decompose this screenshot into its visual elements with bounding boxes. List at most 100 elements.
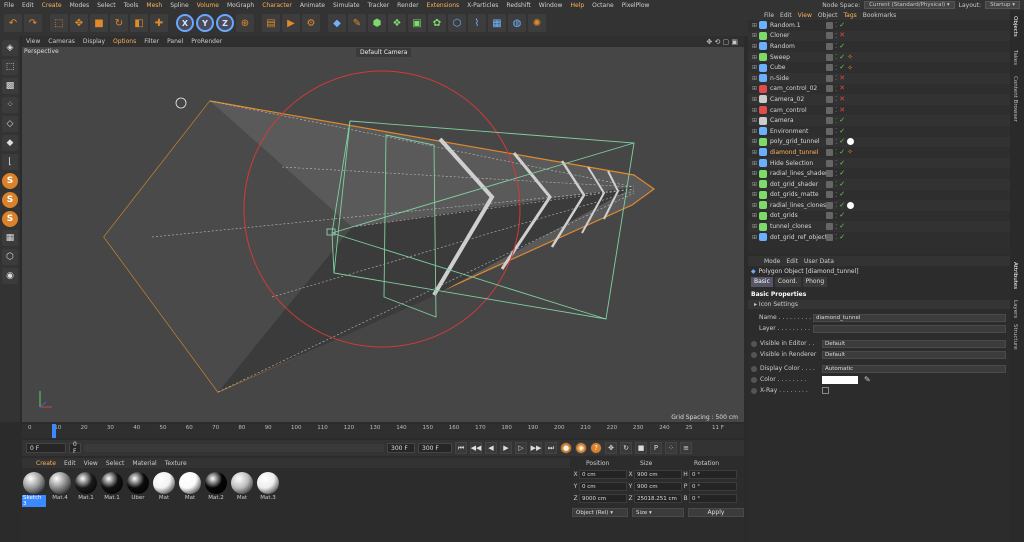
- material-menu-view[interactable]: View: [84, 460, 98, 467]
- side-tab-objects[interactable]: Objects: [1012, 16, 1018, 37]
- color-swatch[interactable]: [822, 375, 858, 384]
- coordinate-mode-dropdown[interactable]: Object (Rel) ▾: [572, 508, 628, 517]
- layer-checkbox[interactable]: [826, 64, 833, 72]
- disabled-x-icon[interactable]: ✕: [839, 74, 845, 82]
- visibility-dots-icon[interactable]: ⁚: [835, 106, 837, 114]
- menu-character[interactable]: Character: [258, 2, 296, 9]
- expand-icon[interactable]: ⊞: [752, 149, 759, 156]
- visibility-dots-icon[interactable]: ⁚: [835, 180, 837, 188]
- render-view-icon[interactable]: ▤: [262, 14, 280, 32]
- preview-range-slider[interactable]: [84, 444, 384, 452]
- side-tab-structure[interactable]: Structure: [1012, 324, 1018, 350]
- pen-icon[interactable]: ✎: [348, 14, 366, 32]
- disabled-x-icon[interactable]: ✕: [839, 95, 845, 103]
- enabled-check-icon[interactable]: ✓: [839, 233, 845, 241]
- go-to-end-icon[interactable]: ⏭: [545, 442, 557, 454]
- tag-icon[interactable]: ✧: [847, 64, 853, 72]
- material-tag-icon[interactable]: [847, 201, 855, 209]
- snap-settings-icon[interactable]: S: [2, 192, 18, 208]
- menu-window[interactable]: Window: [535, 2, 567, 9]
- layer-checkbox[interactable]: [826, 53, 833, 61]
- expand-icon[interactable]: ⊞: [752, 234, 759, 241]
- move-icon[interactable]: ✥: [70, 14, 88, 32]
- menu-tracker[interactable]: Tracker: [364, 2, 394, 9]
- expand-icon[interactable]: ⊞: [752, 212, 759, 219]
- size-field[interactable]: 900 cm: [634, 470, 682, 479]
- animation-dot-icon[interactable]: [751, 365, 757, 372]
- layer-checkbox[interactable]: [826, 74, 833, 82]
- object-row[interactable]: ⊞ Sweep ⁚ ✓ ✧: [748, 51, 1010, 63]
- timeline-icon[interactable]: ≡: [680, 442, 692, 454]
- layout-dropdown[interactable]: Startup ▾: [985, 1, 1020, 9]
- visible-in-editor-dropdown[interactable]: Default: [822, 339, 1006, 348]
- enabled-check-icon[interactable]: ✓: [839, 159, 845, 167]
- material-menu-create[interactable]: Create: [36, 460, 56, 467]
- end-frame-field[interactable]: 300 F: [418, 443, 452, 453]
- layer-checkbox[interactable]: [826, 191, 833, 199]
- name-field[interactable]: diamond_tunnel: [813, 313, 1006, 322]
- cube-icon[interactable]: ◆: [328, 14, 346, 32]
- object-row[interactable]: ⊞ Camera ⁚ ✓: [748, 115, 1010, 126]
- viewport-menu-display[interactable]: Display: [83, 38, 105, 45]
- layer-checkbox[interactable]: [826, 106, 833, 114]
- layer-checkbox[interactable]: [826, 201, 833, 209]
- visibility-dots-icon[interactable]: ⁚: [835, 170, 837, 178]
- visibility-dots-icon[interactable]: ⁚: [835, 127, 837, 135]
- expand-icon[interactable]: ⊞: [752, 170, 759, 177]
- menu-render[interactable]: Render: [393, 2, 422, 9]
- visible-in-renderer-dropdown[interactable]: Default: [822, 350, 1006, 359]
- enabled-check-icon[interactable]: ✓: [839, 212, 845, 219]
- side-tab-content-browser[interactable]: Content Browser: [1012, 76, 1018, 122]
- viewport-nav-icons[interactable]: ✥ ⟲ ▢ ▣: [706, 38, 738, 46]
- axis-mode-icon[interactable]: ⌊: [2, 154, 18, 170]
- object-row[interactable]: ⊞ Random.1 ⁚ ✓: [748, 20, 1010, 31]
- disabled-x-icon[interactable]: ✕: [839, 32, 845, 39]
- expand-icon[interactable]: ⊞: [752, 160, 759, 167]
- subdivision-icon[interactable]: ⬢: [368, 14, 386, 32]
- object-row[interactable]: ⊞ diamond_tunnel ⁚ ✓ ✧: [748, 147, 1010, 158]
- y-axis-lock-icon[interactable]: Y: [196, 14, 214, 32]
- expand-icon[interactable]: ⊞: [752, 22, 759, 29]
- object-row[interactable]: ⊞ Environment ⁚ ✓: [748, 126, 1010, 137]
- edges-mode-icon[interactable]: ◇: [2, 116, 18, 132]
- animation-dot-icon[interactable]: [751, 387, 757, 394]
- layer-checkbox[interactable]: [826, 95, 833, 103]
- render-picture-viewer-icon[interactable]: ▶: [282, 14, 300, 32]
- node-space-dropdown[interactable]: Current (Standard/Physical) ▾: [864, 1, 955, 9]
- rotation-field[interactable]: 0 °: [689, 470, 737, 479]
- object-row[interactable]: ⊞ Hide Selection ⁚ ✓: [748, 157, 1010, 169]
- viewport-menu-prorender[interactable]: ProRender: [191, 38, 222, 45]
- tab-coord[interactable]: Coord.: [774, 277, 801, 287]
- side-tab-takes[interactable]: Takes: [1012, 50, 1018, 65]
- enabled-check-icon[interactable]: ✓: [839, 148, 845, 156]
- enabled-check-icon[interactable]: ✓: [839, 138, 845, 145]
- material-swatch[interactable]: Mat: [230, 472, 254, 507]
- visibility-dots-icon[interactable]: ⁚: [835, 233, 837, 241]
- menu-file[interactable]: File: [0, 2, 18, 9]
- prev-frame-icon[interactable]: ◀: [485, 442, 497, 454]
- texture-mode-icon[interactable]: ▩: [2, 78, 18, 94]
- expand-icon[interactable]: ⊞: [752, 223, 759, 230]
- menu-extensions[interactable]: Extensions: [423, 2, 464, 9]
- enabled-check-icon[interactable]: ✓: [839, 64, 845, 71]
- viewport-menu-options[interactable]: Options: [113, 38, 136, 45]
- viewport-camera-label[interactable]: Default Camera: [356, 48, 412, 57]
- start-frame-field[interactable]: 0 F: [26, 443, 66, 453]
- material-swatch[interactable]: Mat.2: [204, 472, 228, 507]
- render-settings-icon[interactable]: ⚙: [302, 14, 320, 32]
- scale-icon[interactable]: ■: [90, 14, 108, 32]
- points-mode-icon[interactable]: ⁘: [2, 97, 18, 113]
- expand-icon[interactable]: ⊞: [752, 138, 759, 145]
- expand-icon[interactable]: ⊞: [752, 107, 759, 114]
- pla-key-icon[interactable]: ⁘: [665, 442, 677, 454]
- object-row[interactable]: ⊞ Cloner ⁚ ✕: [748, 30, 1010, 42]
- menu-create[interactable]: Create: [38, 2, 66, 9]
- layer-checkbox[interactable]: [826, 138, 833, 146]
- timeline-ruler[interactable]: 0 10 20 30 40 50 60 70 80 90 100 110 120 130 140 150 160…: [22, 424, 744, 438]
- icon-settings-group[interactable]: ▸ Icon Settings: [748, 300, 1010, 309]
- position-key-icon[interactable]: ✥: [605, 442, 617, 454]
- menu-modes[interactable]: Modes: [66, 2, 93, 9]
- visibility-dots-icon[interactable]: ⁚: [835, 148, 837, 156]
- cloner-icon[interactable]: ❖: [388, 14, 406, 32]
- object-row[interactable]: ⊞ radial_lines_shader ⁚ ✓: [748, 168, 1010, 179]
